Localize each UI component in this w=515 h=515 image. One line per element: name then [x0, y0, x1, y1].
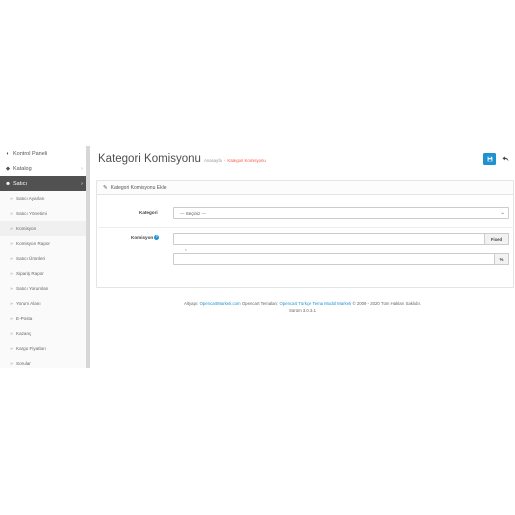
sidebar-item-label: Kontrol Paneli — [13, 150, 48, 157]
sidebar-subitem-label: Komisyon Rapor — [16, 241, 50, 246]
sidebar-subitem-commission-report[interactable]: » Komisyon Rapor — [0, 236, 86, 251]
sidebar-subitem-earnings[interactable]: » Kazanç — [0, 326, 86, 341]
sidebar-subitem-label: Satıcı Ürünleri — [16, 256, 46, 261]
breadcrumb-separator: › — [223, 158, 226, 163]
footer-middle: Opencart Temaları: — [241, 301, 279, 306]
sidebar-subitem-label: Yorum Alanı — [16, 301, 41, 306]
sidebar-subitem-seller-settings[interactable]: » Satıcı Ayarları — [0, 191, 86, 206]
sidebar-subitem-label: Sipariş Rapor — [16, 271, 44, 276]
breadcrumb: Anasayfa › Kategori Komisyonu — [204, 158, 266, 163]
category-select-value: --- Seçiniz --- — [180, 210, 206, 216]
sidebar-subitem-label: Komisyon — [16, 226, 37, 231]
sidebar-subitem-label: Satıcı Yönetimi — [16, 211, 47, 216]
angle-double-right-icon: » — [10, 196, 13, 201]
panel-heading: ✎ Kategori Komisyonu Ekle — [97, 181, 513, 195]
category-select[interactable]: --- Seçiniz --- ⌄ — [173, 207, 509, 219]
sidebar-subitem-seller-management[interactable]: » Satıcı Yönetimi — [0, 206, 86, 221]
angle-double-right-icon: » — [10, 346, 13, 351]
reply-icon — [502, 156, 508, 162]
chevron-right-icon: › — [81, 180, 83, 187]
footer: Altyapı: OpencartMarketi.com Opencart Te… — [90, 300, 515, 314]
panel-heading-text: Kategori Komisyonu Ekle — [110, 184, 167, 191]
angle-double-right-icon: » — [10, 256, 13, 261]
commission-panel: ✎ Kategori Komisyonu Ekle Kategori --- S… — [96, 180, 514, 288]
page-title: Kategori Komisyonu — [98, 153, 201, 165]
tag-icon: ◆ — [5, 165, 11, 172]
save-button[interactable] — [483, 153, 496, 165]
footer-link-opencartmarketi[interactable]: OpencartMarketi.com — [200, 301, 241, 306]
pencil-icon: ✎ — [103, 184, 108, 191]
sidebar-subitem-label: E-Posta — [16, 316, 33, 321]
chevron-down-icon: ⌄ — [500, 210, 505, 216]
angle-double-right-icon: » — [10, 211, 13, 216]
sidebar-subitem-email[interactable]: » E-Posta — [0, 311, 86, 326]
footer-prefix: Altyapı: — [184, 301, 199, 306]
question-circle-icon[interactable]: ? — [154, 235, 160, 241]
sidebar-subitem-label: Satıcı Yorumları — [16, 286, 49, 291]
angle-double-right-icon: » — [10, 286, 13, 291]
sidebar-subitem-seller-reviews[interactable]: » Satıcı Yorumları — [0, 281, 86, 296]
sidebar-subitem-seller-products[interactable]: » Satıcı Ürünleri — [0, 251, 86, 266]
footer-line-1: Altyapı: OpencartMarketi.com Opencart Te… — [90, 300, 515, 307]
footer-version: Sürüm 3.0.3.1 — [289, 308, 316, 313]
breadcrumb-home-link[interactable]: Anasayfa — [204, 158, 222, 163]
admin-app: ◐ Kontrol Paneli ◆ Katalog › ☻ Satıcı › … — [0, 146, 515, 368]
sidebar-subitem-shipping-prices[interactable]: » Kargo Fiyatları — [0, 341, 86, 356]
sidebar-subitem-label: Kargo Fiyatları — [16, 346, 46, 351]
sidebar-item-seller[interactable]: ☻ Satıcı › — [0, 176, 86, 191]
sidebar-subitem-questions[interactable]: » Sorular — [0, 356, 86, 368]
angle-double-right-icon: » — [10, 316, 13, 321]
percent-addon: % — [494, 253, 509, 265]
percent-commission-input[interactable] — [173, 253, 495, 265]
chevron-right-icon: › — [81, 165, 83, 172]
sidebar-item-dashboard[interactable]: ◐ Kontrol Paneli — [0, 146, 86, 161]
commission-label: Komisyon — [131, 235, 154, 240]
angle-double-right-icon: » — [10, 331, 13, 336]
form-divider — [98, 227, 514, 228]
users-icon: ☻ — [5, 180, 11, 187]
back-button[interactable] — [499, 153, 511, 165]
angle-double-right-icon: » — [10, 271, 13, 276]
sidebar-subitem-label: Kazanç — [16, 331, 32, 336]
sidebar-subitem-order-report[interactable]: » Sipariş Rapor — [0, 266, 86, 281]
angle-double-right-icon: » — [10, 241, 13, 246]
breadcrumb-current-link[interactable]: Kategori Komisyonu — [227, 158, 265, 163]
commission-label-wrapper: Komisyon? — [131, 235, 160, 241]
angle-double-right-icon: » — [10, 226, 13, 231]
category-label: Kategori — [139, 210, 158, 215]
angle-double-right-icon: » — [10, 301, 13, 306]
dashboard-icon: ◐ — [6, 150, 10, 157]
fixed-commission-input[interactable] — [173, 233, 485, 245]
sidebar-subitem-label: Satıcı Ayarları — [16, 196, 45, 201]
angle-double-right-icon: » — [10, 361, 13, 366]
footer-copyright: © 2009 - 2020 Tüm Hakları Saklıdır. — [352, 301, 421, 306]
sidebar-subitem-review-area[interactable]: » Yorum Alanı — [0, 296, 86, 311]
sidebar-subitem-label: Sorular — [16, 361, 31, 366]
sidebar-item-label: Katalog — [13, 165, 32, 172]
footer-link-theme-market[interactable]: Opencart Türkçe Tema Modül Marketi — [280, 301, 352, 306]
fixed-addon: Fixed — [484, 233, 509, 245]
sidebar-item-label: Satıcı — [13, 180, 28, 187]
sidebar-subitem-commission[interactable]: » Komisyon — [0, 221, 86, 236]
main-content: Kategori Komisyonu Anasayfa › Kategori Kom… — [90, 146, 515, 368]
sidebar-item-catalog[interactable]: ◆ Katalog › — [0, 161, 86, 176]
sidebar: ◐ Kontrol Paneli ◆ Katalog › ☻ Satıcı › … — [0, 146, 90, 368]
save-icon — [487, 156, 492, 162]
